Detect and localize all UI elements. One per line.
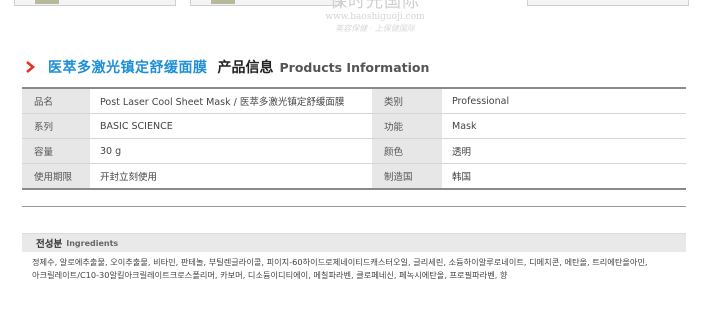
ingredients-title: 전성분 — [36, 239, 63, 250]
field-value: 开封立刻使用 — [90, 163, 372, 190]
product-name-title: 医萃多激光镇定舒缓面膜 — [48, 60, 208, 76]
product-info-table: 品名 Post Laser Cool Sheet Mask / 医萃多激光镇定舒… — [22, 87, 686, 190]
field-label: 功能 — [372, 113, 442, 139]
watermark: 保时光国际 www.baoshiguoji.com 美容保健 · 上保健国际 — [290, 0, 460, 33]
ingredients-list: 정제수, 알로에추출물, 오이추출물, 비타민, 판테놀, 부틸렌글라이콜, 피… — [32, 256, 682, 282]
ingredients-header: 전성분 Ingredients — [22, 233, 686, 252]
field-value: Mask — [442, 113, 686, 139]
field-value: Professional — [442, 87, 686, 114]
field-label: 品名 — [22, 87, 90, 114]
thumbnail-image[interactable] — [14, 0, 176, 6]
section-title-english: Products Information — [279, 59, 430, 75]
section-divider — [22, 206, 686, 207]
table-row: 系列 BASIC SCIENCE 功能 Mask — [22, 113, 686, 139]
field-label: 容量 — [22, 138, 90, 164]
watermark-slogan: 美容保健 · 上保健国际 — [335, 24, 415, 33]
section-header: 医萃多激光镇定舒缓面膜 产品信息 Products Information — [24, 57, 429, 77]
section-title: 产品信息 — [217, 60, 274, 76]
field-value: 透明 — [442, 138, 686, 164]
field-label: 系列 — [22, 113, 90, 139]
ingredients-title-english: Ingredients — [66, 238, 119, 248]
chevron-right-icon — [26, 61, 36, 73]
watermark-url: www.baoshiguoji.com — [325, 12, 425, 22]
ingredients-line: 정제수, 알로에추출물, 오이추출물, 비타민, 판테놀, 부틸렌글라이콜, 피… — [32, 257, 648, 267]
watermark-name: 保时光国际 — [330, 0, 420, 12]
field-label: 类别 — [372, 87, 442, 114]
field-value: BASIC SCIENCE — [90, 113, 372, 139]
thumbnail-image[interactable] — [527, 0, 689, 6]
table-row: 品名 Post Laser Cool Sheet Mask / 医萃多激光镇定舒… — [22, 87, 686, 114]
table-row: 使用期限 开封立刻使用 制造国 韩国 — [22, 163, 686, 190]
field-label: 颜色 — [372, 138, 442, 164]
field-value: Post Laser Cool Sheet Mask / 医萃多激光镇定舒缓面膜 — [90, 87, 372, 114]
ingredients-line: 아크릴레이트/C10-30알킬아크릴레이트크로스폴리머, 카보머, 디소듐이디티… — [32, 270, 508, 280]
field-value: 30 g — [90, 138, 372, 164]
table-row: 容量 30 g 颜色 透明 — [22, 138, 686, 164]
field-label: 制造国 — [372, 163, 442, 190]
field-label: 使用期限 — [22, 163, 90, 190]
field-value: 韩国 — [442, 163, 686, 190]
